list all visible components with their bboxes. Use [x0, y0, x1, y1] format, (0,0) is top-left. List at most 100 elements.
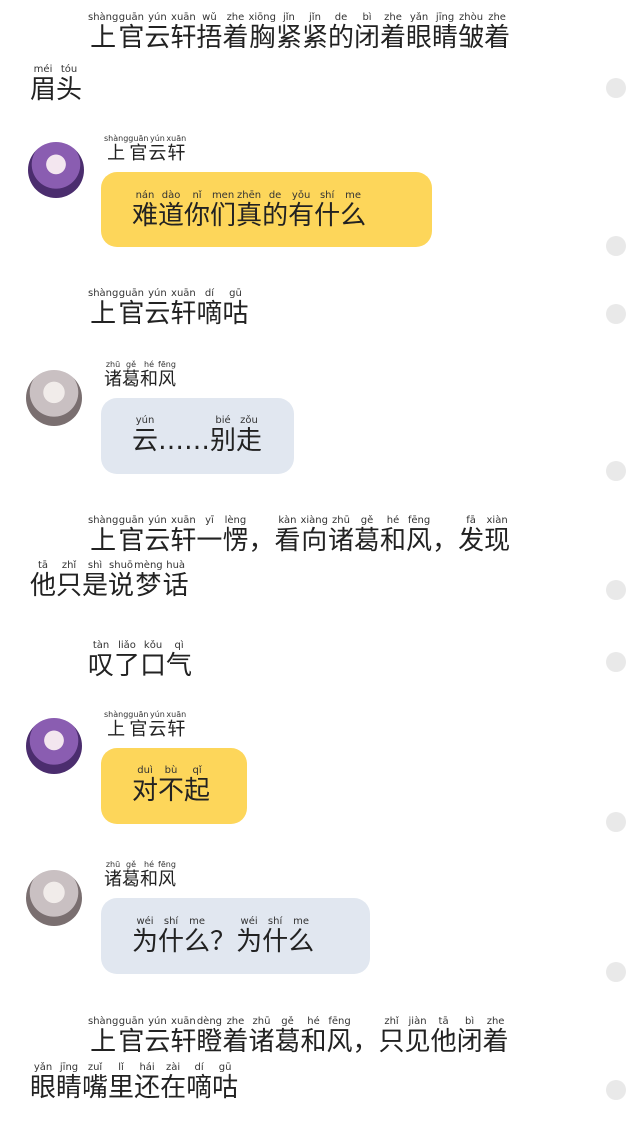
hanzi: 的 [262, 201, 289, 231]
pinyin: guān [128, 710, 149, 719]
hanzi: 嘀 [186, 1073, 213, 1103]
ruby-char: guān 官 [118, 515, 144, 556]
pinyin: tā [37, 560, 49, 571]
hanzi: 闭 [456, 1027, 483, 1057]
pinyin: qì [174, 640, 184, 651]
hanzi: 还 [134, 1073, 161, 1103]
ruby-char: shì 是 [82, 560, 108, 601]
hanzi: 葛 [354, 526, 381, 556]
avatar[interactable] [26, 870, 82, 926]
pinyin: zhe [384, 12, 402, 23]
ruby-char: me 么 [340, 190, 366, 231]
pinyin: me [293, 916, 310, 927]
hanzi: 睛 [56, 1073, 83, 1103]
hanzi: …… [158, 426, 211, 456]
hanzi: ， [248, 526, 275, 556]
pinyin: kǒu [143, 640, 163, 651]
hanzi: 为 [236, 927, 263, 957]
hanzi: 诸 [328, 526, 355, 556]
ruby-char: guān 官 [128, 134, 148, 165]
hanzi: 胸 [249, 23, 276, 53]
ruby-char: yún 云 [144, 1016, 170, 1057]
ruby-char: fēng 风 [158, 860, 176, 891]
pinyin: dào [161, 190, 181, 201]
pinyin: gě [126, 860, 136, 869]
pinyin: shàng [88, 12, 119, 23]
ruby-char: shàng 上 [88, 288, 118, 329]
ruby-char: zhǐ 只 [56, 560, 82, 601]
hanzi: ， [352, 1027, 379, 1057]
pinyin: tā [438, 1016, 449, 1027]
ruby-char: huà 话 [163, 560, 189, 601]
hanzi: 道 [158, 201, 185, 231]
avatar[interactable] [26, 370, 82, 426]
pinyin: zuǐ [87, 1062, 103, 1073]
ruby-char: xiàn 现 [484, 515, 510, 556]
avatar[interactable] [26, 718, 82, 774]
ruby-char: yún 云 [148, 134, 166, 165]
hanzi: 叹 [88, 651, 115, 681]
pinyin: jīng [59, 1062, 79, 1073]
ruby-char: zhe 着 [222, 1016, 248, 1057]
ruby-char: guān 官 [118, 1016, 144, 1057]
ruby-char: yǎn 眼 [406, 12, 432, 53]
ruby-char: zhe 着 [483, 1016, 509, 1057]
hanzi: 了 [114, 651, 141, 681]
pinyin: jiàn [408, 1016, 427, 1027]
ruby-char: zhū 诸 [104, 860, 122, 891]
scroll-dot [606, 580, 626, 600]
pinyin: shuō [109, 560, 134, 571]
pinyin: guān [118, 1016, 144, 1027]
ruby-char: shí 什 [314, 190, 340, 231]
hanzi: 着 [380, 23, 407, 53]
ruby-char: nán 难 [132, 190, 158, 231]
pinyin: shàng [88, 288, 119, 299]
pinyin: me [345, 190, 362, 201]
hanzi: 官 [118, 1027, 145, 1057]
hanzi: 向 [301, 526, 328, 556]
hanzi: 对 [132, 776, 159, 806]
hanzi: 们 [210, 201, 237, 231]
ruby-char: shàng 上 [88, 12, 118, 53]
hanzi: 诸 [104, 869, 122, 890]
hanzi: 官 [118, 23, 145, 53]
hanzi: 起 [184, 776, 211, 806]
ruby-char: zuǐ 嘴 [82, 1062, 108, 1103]
hanzi: 云 [144, 23, 171, 53]
pinyin: xiōng [248, 12, 276, 23]
ruby-char: tàn 叹 [88, 640, 114, 681]
hanzi: 难 [132, 201, 159, 231]
scroll-dot [606, 1080, 626, 1100]
hanzi: 气 [166, 651, 193, 681]
hanzi: 有 [288, 201, 315, 231]
pinyin: lǐ [118, 1062, 124, 1073]
pinyin: gū [218, 1062, 232, 1073]
hanzi: 么 [184, 927, 211, 957]
pinyin: gě [126, 360, 136, 369]
hanzi: 官 [118, 526, 145, 556]
pinyin: zhū [252, 1016, 271, 1027]
hanzi: 轩 [170, 526, 197, 556]
ruby-char: jiàn 见 [405, 1016, 431, 1057]
hanzi: 的 [327, 23, 354, 53]
pinyin: de [334, 12, 348, 23]
hanzi: 为 [132, 927, 159, 957]
ruby-char: hé 和 [140, 360, 158, 391]
pinyin: fēng [407, 515, 431, 526]
hanzi: 皱 [458, 23, 485, 53]
ruby-char: gū 咕 [212, 1062, 238, 1103]
ruby-char: qǐ 起 [184, 765, 210, 806]
ruby-char: tā 他 [30, 560, 56, 601]
scroll-dot [606, 812, 626, 832]
ruby-char: gě 葛 [122, 860, 140, 891]
hanzi: 闭 [354, 23, 381, 53]
pinyin: wǔ [202, 12, 217, 23]
pinyin: xuān [166, 710, 187, 719]
hanzi: 风 [158, 869, 176, 890]
ruby-char: shàng 上 [88, 515, 118, 556]
avatar[interactable] [28, 142, 84, 198]
pinyin: bì [362, 12, 372, 23]
pinyin: zhǐ [384, 1016, 399, 1027]
pinyin: xiàn [486, 515, 508, 526]
ruby-char: ， [353, 1016, 379, 1057]
